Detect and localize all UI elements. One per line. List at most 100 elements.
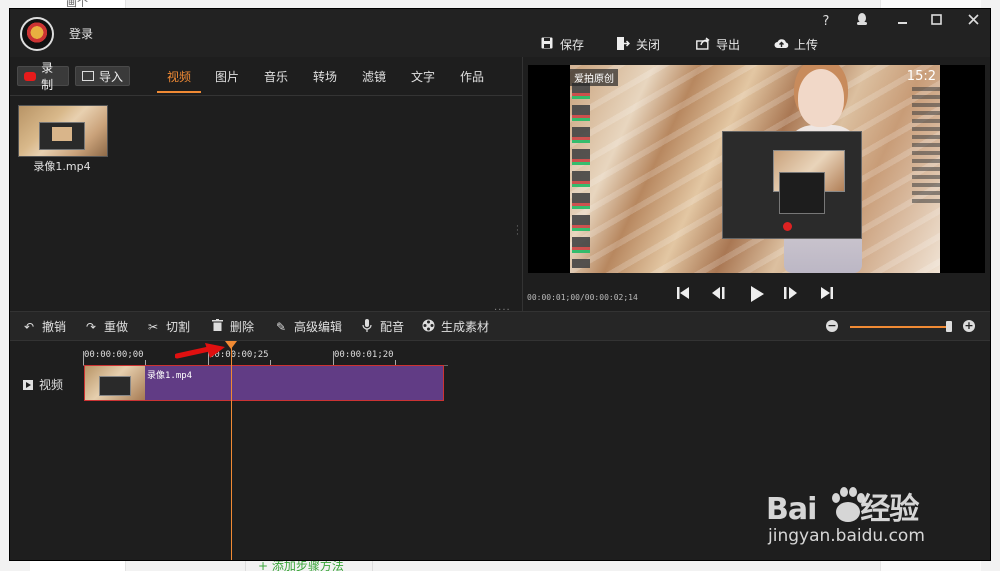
baidu-paw-icon [832,487,865,522]
import-icon [82,71,94,81]
clip-name: 录像1.mp4 [147,371,193,381]
playback-time: 00:00:01;00/00:00:02;14 [527,293,638,302]
video-preview: 爱拍原创 15:2 [528,65,985,273]
undo-icon: ↶ [23,319,35,334]
ruler-label-0: 00:00:00;00 [84,350,144,360]
tab-images[interactable]: 图片 [215,68,239,91]
app-logo [20,17,54,51]
video-track-label: 视频 [23,376,63,393]
record-label: 录制 [41,61,54,92]
zoom-slider-handle[interactable] [946,321,952,332]
close-icon [967,14,979,25]
record-button[interactable]: 录制 [17,61,69,92]
vertical-splitter-handle[interactable]: · · · [516,223,519,240]
wallpaper-figure-head [798,69,844,127]
playhead-line[interactable] [231,341,232,560]
scissors-icon: ✂ [147,319,159,334]
red-arrow-annotation [175,343,225,359]
tab-text[interactable]: 文字 [411,68,435,91]
import-button[interactable]: 导入 [75,66,130,86]
tab-transitions[interactable]: 转场 [313,68,337,91]
baidu-watermark: Bai 经验 jingyan.baidu.com [766,462,946,552]
delete-label: 删除 [230,320,255,334]
undo-button[interactable]: ↶ 撤销 [22,318,66,335]
clip-thumbnail [85,366,145,400]
advanced-edit-button[interactable]: ✎ 高级编辑 [274,318,342,335]
film-reel-icon [421,319,435,335]
video-track-icon [23,379,33,390]
upload-button[interactable]: 上传 [774,35,818,53]
previous-frame-icon [712,287,725,299]
preview-overlay-tag: 爱拍原创 [570,69,618,86]
video-track-name: 视频 [39,378,64,392]
maximize-button[interactable] [927,13,945,31]
cut-button[interactable]: ✂ 切割 [146,318,190,335]
export-label: 导出 [716,37,741,52]
trash-icon [210,319,224,334]
next-frame-button[interactable] [782,285,800,303]
desktop-icons [572,83,590,268]
zoom-out-button[interactable]: − [826,320,838,332]
redo-button[interactable]: ↷ 重做 [84,318,128,335]
tab-works[interactable]: 作品 [460,68,484,91]
undo-label: 撤销 [42,320,67,334]
minimize-icon [897,22,907,24]
cut-label: 切割 [166,320,191,334]
nested-recorder-window [722,131,862,239]
microphone-icon [360,318,374,335]
dub-label: 配音 [380,320,405,334]
ruler-label-2: 00:00:01;20 [334,350,394,360]
minimize-button[interactable] [893,13,911,31]
play-icon [751,286,764,302]
watermark-url: jingyan.baidu.com [768,526,925,546]
preview-overlay-clock: 15:2 [906,69,936,84]
preview-frame-image: 爱拍原创 15:2 [570,65,940,273]
generate-material-button[interactable]: 生成素材 [421,318,489,335]
media-item-thumbnail[interactable] [18,105,108,157]
play-button[interactable] [749,285,767,303]
dub-button[interactable]: 配音 [360,318,404,335]
edit-toolbar: ↶ 撤销 ↷ 重做 ✂ 切割 删除 ✎ 高级编辑 配音 生成素材 − + [10,311,990,341]
timeline-ruler[interactable]: 00:00:00;00 00:00:00;25 00:00:01;20 [83,350,448,366]
skin-button[interactable] [853,13,871,31]
save-label: 保存 [560,37,585,52]
tab-video[interactable]: 视频 [157,68,202,93]
pencil-icon: ✎ [275,319,287,334]
help-button[interactable]: ? [817,13,835,31]
skip-end-icon [821,287,833,299]
redo-label: 重做 [104,320,129,334]
advanced-edit-label: 高级编辑 [294,320,343,334]
upload-label: 上传 [794,37,819,52]
qq-icon [857,13,867,25]
delete-button[interactable]: 删除 [210,318,254,335]
record-icon [24,71,37,81]
close-button[interactable] [964,13,982,31]
generate-material-label: 生成素材 [441,320,490,334]
tab-filters[interactable]: 滤镜 [362,68,386,91]
skip-to-start-button[interactable] [675,285,693,303]
zoom-slider-track[interactable] [850,326,948,328]
close-file-icon [616,37,630,51]
close-file-button[interactable]: 关闭 [616,35,660,53]
previous-frame-button[interactable] [710,285,728,303]
media-tabs-bar: 录制 导入 视频 图片 音乐 转场 滤镜 文字 作品 [10,57,522,96]
zoom-in-button[interactable]: + [963,320,975,332]
media-library-panel: 录制 导入 视频 图片 音乐 转场 滤镜 文字 作品 录像1.mp4 · · · [10,57,523,311]
save-button[interactable]: 保存 [540,35,584,53]
export-button[interactable]: 导出 [696,35,740,53]
desktop-widget-column [912,87,940,207]
upload-icon [774,37,789,51]
skip-start-icon [677,287,689,299]
save-icon [540,37,554,51]
tab-music[interactable]: 音乐 [264,68,288,91]
timeline-clip[interactable]: 录像1.mp4 [84,365,444,401]
import-label: 导入 [99,69,124,84]
skip-to-end-button[interactable] [819,285,837,303]
title-bar: 登录 ? 保存 关闭 导出 上传 [10,9,990,57]
redo-icon: ↷ [85,319,97,334]
next-frame-icon [784,287,797,299]
export-icon [696,37,710,51]
login-link[interactable]: 登录 [69,25,93,42]
close-file-label: 关闭 [636,37,661,52]
media-item-name: 录像1.mp4 [33,160,91,173]
